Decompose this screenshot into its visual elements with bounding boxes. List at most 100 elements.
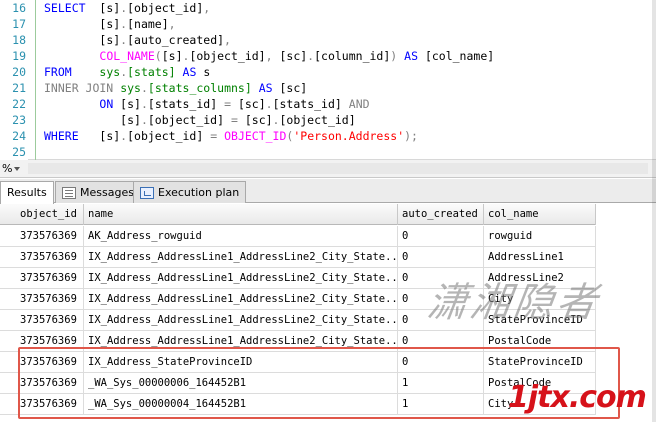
cell-name[interactable]: AK_Address_rowguid <box>84 226 398 246</box>
code-token: [object_id] <box>127 129 204 143</box>
code-line[interactable]: 17 [s].[name], <box>0 16 650 32</box>
cell-name[interactable]: IX_Address_AddressLine1_AddressLine2_Cit… <box>84 268 398 288</box>
code-text: [s].[auto_created], <box>44 32 231 48</box>
tab-execution-plan-label: Execution plan <box>158 185 240 199</box>
code-token: 'Person.Address' <box>293 129 405 143</box>
cell-name[interactable]: IX_Address_AddressLine1_AddressLine2_Cit… <box>84 310 398 330</box>
code-token: [object_id] <box>279 113 356 127</box>
code-line[interactable]: 22 ON [s].[stats_id] = [sc].[stats_id] A… <box>0 96 650 112</box>
line-number: 17 <box>12 17 26 31</box>
cell-object-id[interactable]: 373576369 <box>0 226 84 246</box>
code-token: [auto_created] <box>127 33 225 47</box>
code-token: AS <box>182 65 197 79</box>
code-token: . <box>265 97 273 111</box>
code-text: [s].[object_id] = [sc].[object_id] <box>44 112 356 128</box>
code-token: [object_id] <box>147 113 225 127</box>
code-token: [sc] <box>272 81 308 95</box>
cell-name[interactable]: IX_Address_AddressLine1_AddressLine2_Cit… <box>84 247 398 267</box>
line-number: 25 <box>12 145 26 159</box>
code-token: [s] <box>44 113 141 127</box>
watermark-text: 潇湘隐者 <box>424 280 603 326</box>
code-token: [s] <box>99 33 121 47</box>
code-line[interactable]: 24 WHERE [s].[object_id] = OBJECT_ID('Per… <box>0 128 650 144</box>
code-text: [s].[name], <box>44 16 176 32</box>
code-token: [stats_id] <box>147 97 218 111</box>
code-token: WHERE <box>44 129 79 143</box>
tab-results[interactable]: Results <box>0 181 54 204</box>
code-token: [s] <box>99 17 121 31</box>
line-number: 16 <box>12 1 26 15</box>
code-token: [sc] <box>279 49 308 63</box>
line-number: 23 <box>12 113 26 127</box>
code-token: FROM <box>44 65 72 79</box>
cell-auto-created[interactable]: 0 <box>398 247 484 267</box>
line-number: 22 <box>12 97 26 111</box>
code-line[interactable]: 20 FROM sys.[stats] AS s <box>0 64 650 80</box>
editor-horizontal-scrollbar[interactable] <box>28 163 648 174</box>
code-token: sys <box>99 65 121 79</box>
line-number: 18 <box>12 33 26 47</box>
code-token: [object_id] <box>189 49 266 63</box>
line-number: 19 <box>12 49 26 63</box>
code-token: , <box>168 17 176 31</box>
code-token: [stats] <box>127 65 176 79</box>
tab-execution-plan[interactable]: Execution plan <box>133 181 247 203</box>
code-token: [s] <box>99 1 121 15</box>
cell-object-id[interactable]: 373576369 <box>0 247 84 267</box>
zoom-bar: % <box>0 160 656 178</box>
code-token: OBJECT_ID <box>224 129 287 143</box>
code-text: COL_NAME([s].[object_id], [sc].[column_i… <box>44 48 494 64</box>
code-text: INNER JOIN sys.[stats_columns] AS [sc] <box>44 80 307 96</box>
code-token: [stats_columns] <box>147 81 252 95</box>
grid-header: object_id name auto_created col_name <box>0 204 596 225</box>
code-token: SELECT <box>44 1 86 15</box>
code-token: AND <box>348 97 370 111</box>
code-line[interactable]: 16 SELECT [s].[object_id], <box>0 0 650 16</box>
column-header-object-id[interactable]: object_id <box>0 204 84 225</box>
code-token: [object_id] <box>127 1 204 15</box>
column-header-name[interactable]: name <box>84 204 398 225</box>
cell-col-name[interactable]: rowguid <box>484 226 596 246</box>
zoom-level[interactable]: % <box>2 162 12 175</box>
cell-object-id[interactable]: 373576369 <box>0 289 84 309</box>
column-header-auto-created[interactable]: auto_created <box>398 204 484 225</box>
code-line[interactable]: 25 <box>0 144 650 160</box>
tab-messages[interactable]: Messages <box>55 181 141 203</box>
code-text: ON [s].[stats_id] = [sc].[stats_id] AND <box>44 96 370 112</box>
cell-name[interactable]: IX_Address_AddressLine1_AddressLine2_Cit… <box>84 289 398 309</box>
code-line[interactable]: 18 [s].[auto_created], <box>0 32 650 48</box>
results-tab-bar: Results Messages Execution plan <box>0 179 656 204</box>
code-text: WHERE [s].[object_id] = OBJECT_ID('Perso… <box>44 128 418 144</box>
code-token: = <box>224 97 232 111</box>
cell-object-id[interactable]: 373576369 <box>0 310 84 330</box>
code-token: [col_name] <box>418 49 495 63</box>
code-line[interactable]: 23 [s].[object_id] = [sc].[object_id] <box>0 112 650 128</box>
code-token: , <box>224 33 231 47</box>
chevron-down-icon[interactable] <box>14 167 20 171</box>
code-text: SELECT [s].[object_id], <box>44 0 210 16</box>
sql-editor[interactable]: 16 SELECT [s].[object_id], 17 [s].[name], 1… <box>0 0 656 160</box>
table-row[interactable]: 373576369 IX_Address_AddressLine1_Address… <box>0 247 596 268</box>
code-token: ON <box>99 97 114 111</box>
code-token: [stats_id] <box>272 97 342 111</box>
code-token: [column_id] <box>314 49 391 63</box>
cell-col-name[interactable]: AddressLine1 <box>484 247 596 267</box>
column-header-col-name[interactable]: col_name <box>484 204 596 225</box>
code-line[interactable]: 19 COL_NAME([s].[object_id], [sc].[colum… <box>0 48 650 64</box>
code-line[interactable]: 21 INNER JOIN sys.[stats_columns] AS [sc] <box>0 80 650 96</box>
cell-object-id[interactable]: 373576369 <box>0 268 84 288</box>
cell-auto-created[interactable]: 0 <box>398 226 484 246</box>
code-token: COL_NAME <box>99 49 155 63</box>
code-token: AS <box>258 81 273 95</box>
code-token: = <box>230 113 238 127</box>
table-row[interactable]: 373576369 AK_Address_rowguid 0 rowguid <box>0 226 596 247</box>
code-token: [s] <box>161 49 183 63</box>
code-token: [sc] <box>237 113 273 127</box>
